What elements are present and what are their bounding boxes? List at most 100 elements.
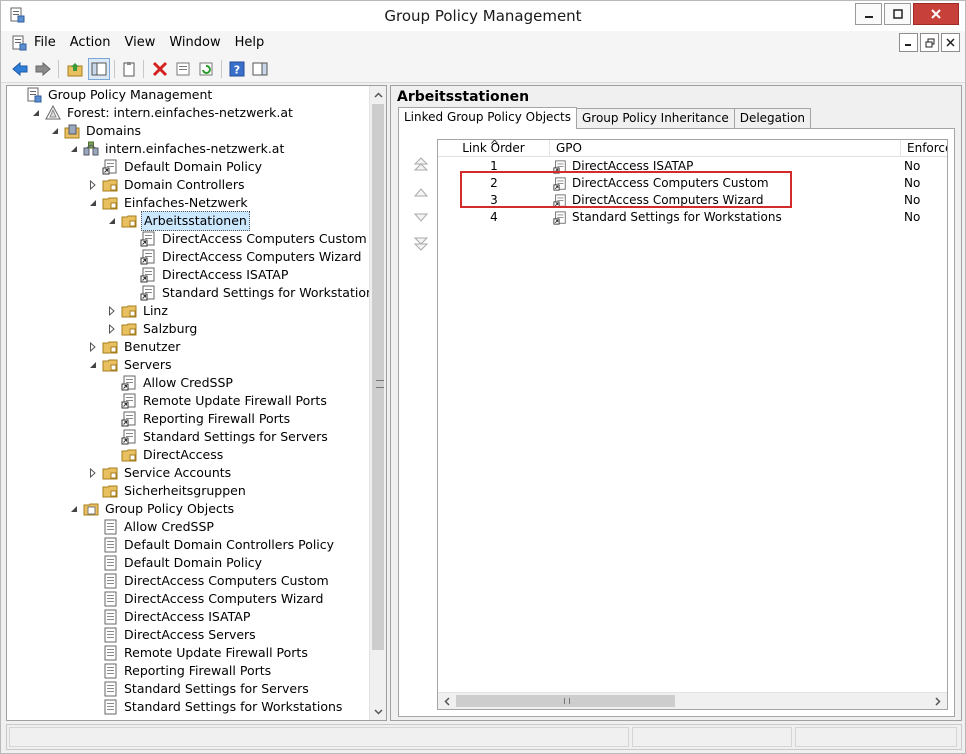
tree-node[interactable]: Allow CredSSP xyxy=(107,374,235,392)
scroll-right-arrow[interactable] xyxy=(929,693,946,709)
tree-node[interactable]: DirectAccess Computers Custom xyxy=(88,572,331,590)
console-icon[interactable] xyxy=(11,35,27,51)
move-down-button[interactable] xyxy=(411,209,431,227)
column-enforced[interactable]: Enforced xyxy=(901,140,947,157)
double-up-arrow-icon xyxy=(413,157,429,171)
menu-help[interactable]: Help xyxy=(235,35,265,50)
refresh-button[interactable] xyxy=(195,58,217,80)
gpo-icon xyxy=(102,609,118,625)
maximize-button[interactable] xyxy=(884,3,911,25)
expanded-triangle-icon[interactable] xyxy=(31,104,41,122)
list-horizontal-scrollbar[interactable] xyxy=(438,692,947,709)
tree-node-label: Default Domain Policy xyxy=(124,555,263,570)
back-button[interactable] xyxy=(9,58,31,80)
tree-node[interactable]: Group Policy Objects xyxy=(69,500,236,518)
tree-node[interactable]: DirectAccess Servers xyxy=(88,626,258,644)
tree-node[interactable]: Salzburg xyxy=(107,320,199,338)
move-to-top-button[interactable] xyxy=(411,155,431,173)
show-hide-tree-button[interactable] xyxy=(88,58,110,80)
collapsed-triangle-icon[interactable] xyxy=(107,302,117,320)
move-to-bottom-button[interactable] xyxy=(411,235,431,253)
tree-node[interactable]: Group Policy Management xyxy=(12,86,214,104)
expanded-triangle-icon[interactable] xyxy=(88,194,98,212)
tree-node[interactable]: Standard Settings for Servers xyxy=(88,680,311,698)
tree-node[interactable]: Servers xyxy=(88,356,174,374)
forest-icon xyxy=(45,104,61,121)
tree-node[interactable]: Standard Settings for Workstations xyxy=(88,698,344,716)
tree-node[interactable]: Benutzer xyxy=(88,338,182,356)
tree-node[interactable]: Remote Update Firewall Ports xyxy=(107,392,329,410)
tree-node[interactable]: Sicherheitsgruppen xyxy=(88,482,248,500)
up-level-button[interactable] xyxy=(64,58,86,80)
minimize-button[interactable] xyxy=(855,3,882,25)
expanded-triangle-icon[interactable] xyxy=(69,140,79,158)
properties-button[interactable] xyxy=(172,58,194,80)
collapsed-triangle-icon[interactable] xyxy=(88,176,98,194)
forward-button[interactable] xyxy=(32,58,54,80)
close-button[interactable] xyxy=(913,3,959,25)
horizontal-scroll-thumb[interactable] xyxy=(456,695,675,707)
tree-node-label: DirectAccess ISATAP xyxy=(162,267,289,282)
tree-node[interactable]: Domain Controllers xyxy=(88,176,246,194)
scroll-down-arrow[interactable] xyxy=(370,703,386,720)
expanded-triangle-icon[interactable] xyxy=(69,500,79,518)
tree-node[interactable]: DirectAccess Computers Wizard xyxy=(126,248,363,266)
expanded-triangle-icon[interactable] xyxy=(107,212,117,230)
tree-node[interactable]: Reporting Firewall Ports xyxy=(107,410,292,428)
menu-file[interactable]: File xyxy=(34,35,56,50)
tree-node[interactable]: Allow CredSSP xyxy=(88,518,216,536)
ou-folder-icon xyxy=(121,303,137,319)
tree-node[interactable]: Forest: intern.einfaches-netzwerk.at xyxy=(31,104,295,122)
tree-node[interactable]: Linz xyxy=(107,302,170,320)
tree-vertical-scrollbar[interactable] xyxy=(369,86,386,720)
tree-node[interactable]: Default Domain Policy xyxy=(88,158,264,176)
tree-node[interactable]: DirectAccess xyxy=(107,446,225,464)
show-action-pane-button[interactable] xyxy=(249,58,271,80)
gpo-container-icon xyxy=(83,501,99,517)
child-minimize-button[interactable] xyxy=(899,33,918,52)
scroll-up-arrow[interactable] xyxy=(370,86,386,103)
tree-node[interactable]: DirectAccess ISATAP xyxy=(88,608,252,626)
help-button[interactable]: ? xyxy=(226,58,248,80)
delete-button[interactable] xyxy=(149,58,171,80)
tree-node[interactable]: Einfaches-Netzwerk xyxy=(88,194,250,212)
tree-node[interactable]: Reporting Firewall Ports xyxy=(88,662,273,680)
menu-view[interactable]: View xyxy=(124,35,155,50)
tree-node[interactable]: Standard Settings for Servers xyxy=(107,428,330,446)
tree-node[interactable]: Default Domain Policy xyxy=(88,554,264,572)
tree-node[interactable]: DirectAccess Computers Wizard xyxy=(88,590,325,608)
tree-node[interactable]: Service Accounts xyxy=(88,464,233,482)
column-gpo[interactable]: GPO xyxy=(550,140,901,157)
tree-node[interactable]: Remote Update Firewall Ports xyxy=(88,644,310,662)
tree-node[interactable]: Standard Settings for Workstations xyxy=(126,284,382,302)
tab-gp-inheritance[interactable]: Group Policy Inheritance xyxy=(575,108,735,129)
tree-node[interactable]: intern.einfaches-netzwerk.at xyxy=(69,140,286,158)
clipboard-button[interactable] xyxy=(118,58,140,80)
ou-folder-icon xyxy=(102,177,118,193)
scroll-thumb[interactable] xyxy=(372,104,384,650)
gpo-icon xyxy=(102,699,118,715)
collapsed-triangle-icon[interactable] xyxy=(88,338,98,356)
list-item[interactable]: 4 Standard Settings for Workstations No xyxy=(438,209,947,226)
tree-node[interactable]: Domains xyxy=(50,122,143,140)
move-up-button[interactable] xyxy=(411,183,431,201)
menu-action[interactable]: Action xyxy=(70,35,111,50)
scroll-left-arrow[interactable] xyxy=(438,693,455,709)
tab-delegation[interactable]: Delegation xyxy=(733,108,812,129)
child-close-button[interactable] xyxy=(941,33,960,52)
menu-window[interactable]: Window xyxy=(169,35,220,50)
collapsed-triangle-icon[interactable] xyxy=(107,320,117,338)
child-restore-button[interactable] xyxy=(920,33,939,52)
tree-node[interactable]: DirectAccess Computers Custom xyxy=(126,230,369,248)
tree-node[interactable]: Arbeitsstationen xyxy=(107,211,250,231)
tree-node[interactable]: DirectAccess ISATAP xyxy=(126,266,290,284)
collapsed-triangle-icon[interactable] xyxy=(88,464,98,482)
tree-node[interactable]: Default Domain Controllers Policy xyxy=(88,536,336,554)
title-bar: Group Policy Management xyxy=(1,1,965,31)
expanded-triangle-icon[interactable] xyxy=(50,122,60,140)
tree-node-label: Servers xyxy=(124,357,172,372)
expanded-triangle-icon[interactable] xyxy=(88,356,98,374)
tab-linked-gpos[interactable]: Linked Group Policy Objects xyxy=(398,107,577,129)
